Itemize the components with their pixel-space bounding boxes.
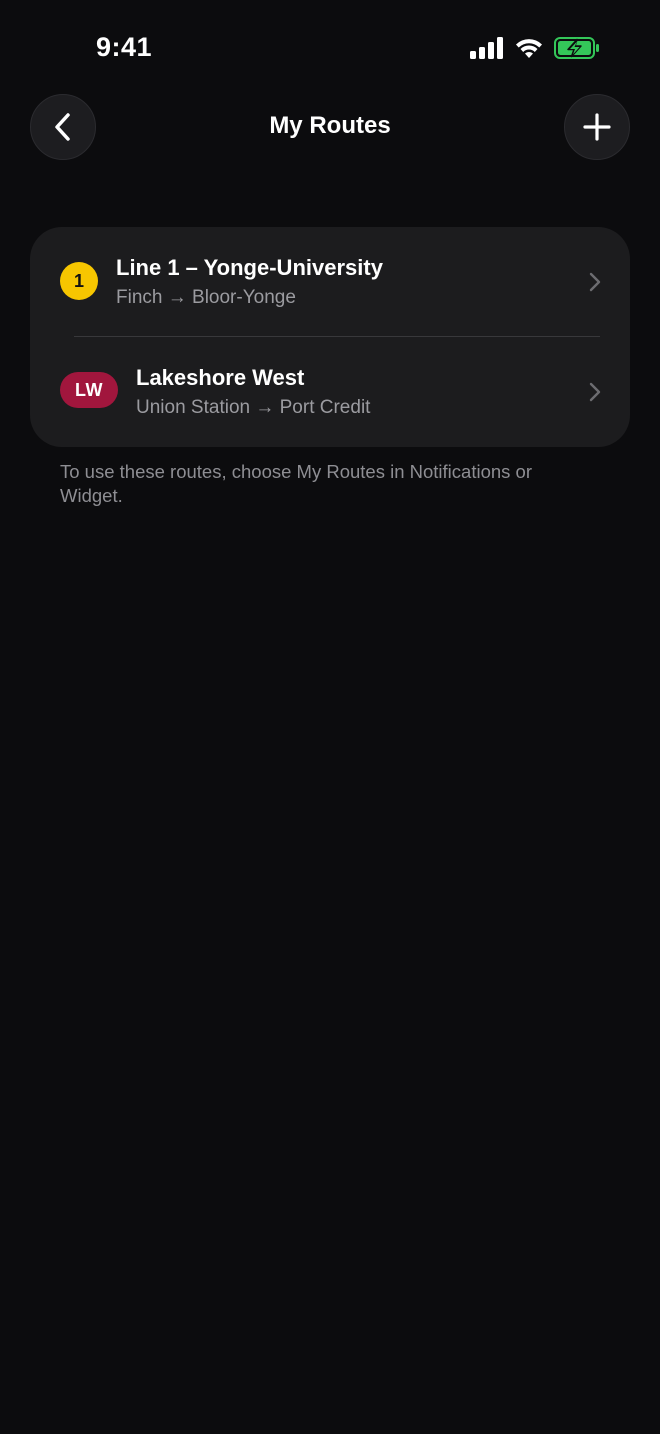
battery-charging-icon <box>554 37 599 59</box>
route-row-lakeshore-west[interactable]: LW Lakeshore West Union Station → Port C… <box>30 337 630 447</box>
status-bar: 9:41 <box>0 0 660 96</box>
nav-header: My Routes <box>0 94 660 160</box>
routes-list: 1 Line 1 – Yonge-University Finch → Bloo… <box>30 227 630 447</box>
status-icons <box>470 34 600 62</box>
wifi-icon <box>516 39 542 58</box>
route-row-line-1[interactable]: 1 Line 1 – Yonge-University Finch → Bloo… <box>30 227 630 337</box>
route-title: Lakeshore West <box>136 365 305 390</box>
route-text: Lakeshore West Union Station → Port Cred… <box>136 365 370 419</box>
chevron-right-icon <box>589 382 601 402</box>
add-route-button[interactable] <box>564 94 630 160</box>
route-text: Line 1 – Yonge-University Finch → Bloor-… <box>116 255 383 309</box>
page-title: My Routes <box>269 112 391 139</box>
footnote: To use these routes, choose My Routes in… <box>60 461 532 506</box>
route-badge-lw: LW <box>60 372 118 408</box>
chevron-right-icon <box>589 272 601 292</box>
signal-icon <box>470 37 503 59</box>
route-title: Line 1 – Yonge-University <box>116 255 383 280</box>
route-subtitle: Union Station → Port Credit <box>136 397 371 418</box>
plus-icon <box>583 113 611 141</box>
status-time: 9:41 <box>96 32 153 62</box>
route-subtitle: Finch → Bloor-Yonge <box>116 287 296 308</box>
my-routes-screen: 9:41 My Routes 1 Line 1 – Yonge-Universi… <box>0 0 660 1434</box>
route-badge-line-1: 1 <box>60 262 98 300</box>
